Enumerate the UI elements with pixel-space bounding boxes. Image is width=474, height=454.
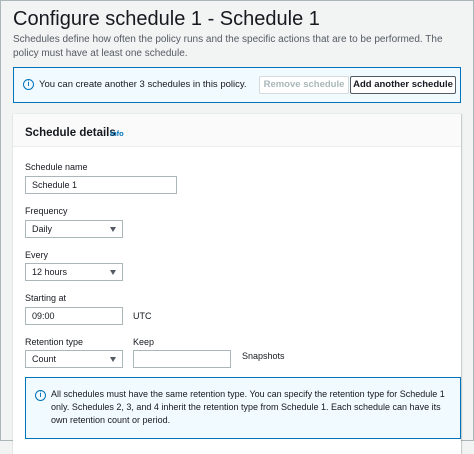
remove-schedule-button[interactable]: Remove schedule <box>259 76 349 94</box>
retention-info-text: All schedules must have the same retenti… <box>51 389 445 425</box>
keep-unit-label: Snapshots <box>242 351 285 361</box>
chevron-down-icon <box>110 270 116 275</box>
page-title: Configure schedule 1 - Schedule 1 <box>13 8 320 30</box>
every-value: 12 hours <box>32 267 68 277</box>
schedule-details-panel: Schedule details Info Schedule name Sche… <box>13 113 461 454</box>
schedule-name-input[interactable]: Schedule 1 <box>25 176 177 194</box>
keep-label: Keep <box>133 337 155 347</box>
chevron-down-icon <box>110 227 116 232</box>
info-icon: i <box>23 79 34 90</box>
chevron-down-icon <box>110 357 116 362</box>
panel-title: Schedule details <box>25 127 116 139</box>
retention-type-value: Count <box>32 354 57 364</box>
every-select[interactable]: 12 hours <box>25 263 123 281</box>
banner-text: You can create another 3 schedules in th… <box>39 79 247 90</box>
frequency-value: Daily <box>32 224 53 234</box>
schedule-name-label: Schedule name <box>25 162 88 172</box>
starting-at-label: Starting at <box>25 293 67 303</box>
retention-info-alert: i All schedules must have the same reten… <box>25 377 461 439</box>
keep-input[interactable] <box>133 350 231 368</box>
retention-type-select[interactable]: Count <box>25 350 123 368</box>
frequency-select[interactable]: Daily <box>25 220 123 238</box>
frequency-label: Frequency <box>25 206 68 216</box>
panel-header: Schedule details Info <box>13 114 461 147</box>
add-another-schedule-button[interactable]: Add another schedule <box>350 76 456 94</box>
page-description: Schedules define how often the policy ru… <box>13 34 443 59</box>
info-icon: i <box>35 390 46 401</box>
info-link[interactable]: Info <box>110 129 124 138</box>
timezone-label: UTC <box>133 311 152 321</box>
every-label: Every <box>25 250 49 260</box>
retention-type-label: Retention type <box>25 337 84 347</box>
schedule-limit-banner: i You can create another 3 schedules in … <box>13 67 461 103</box>
starting-at-input[interactable]: 09:00 <box>25 307 123 325</box>
